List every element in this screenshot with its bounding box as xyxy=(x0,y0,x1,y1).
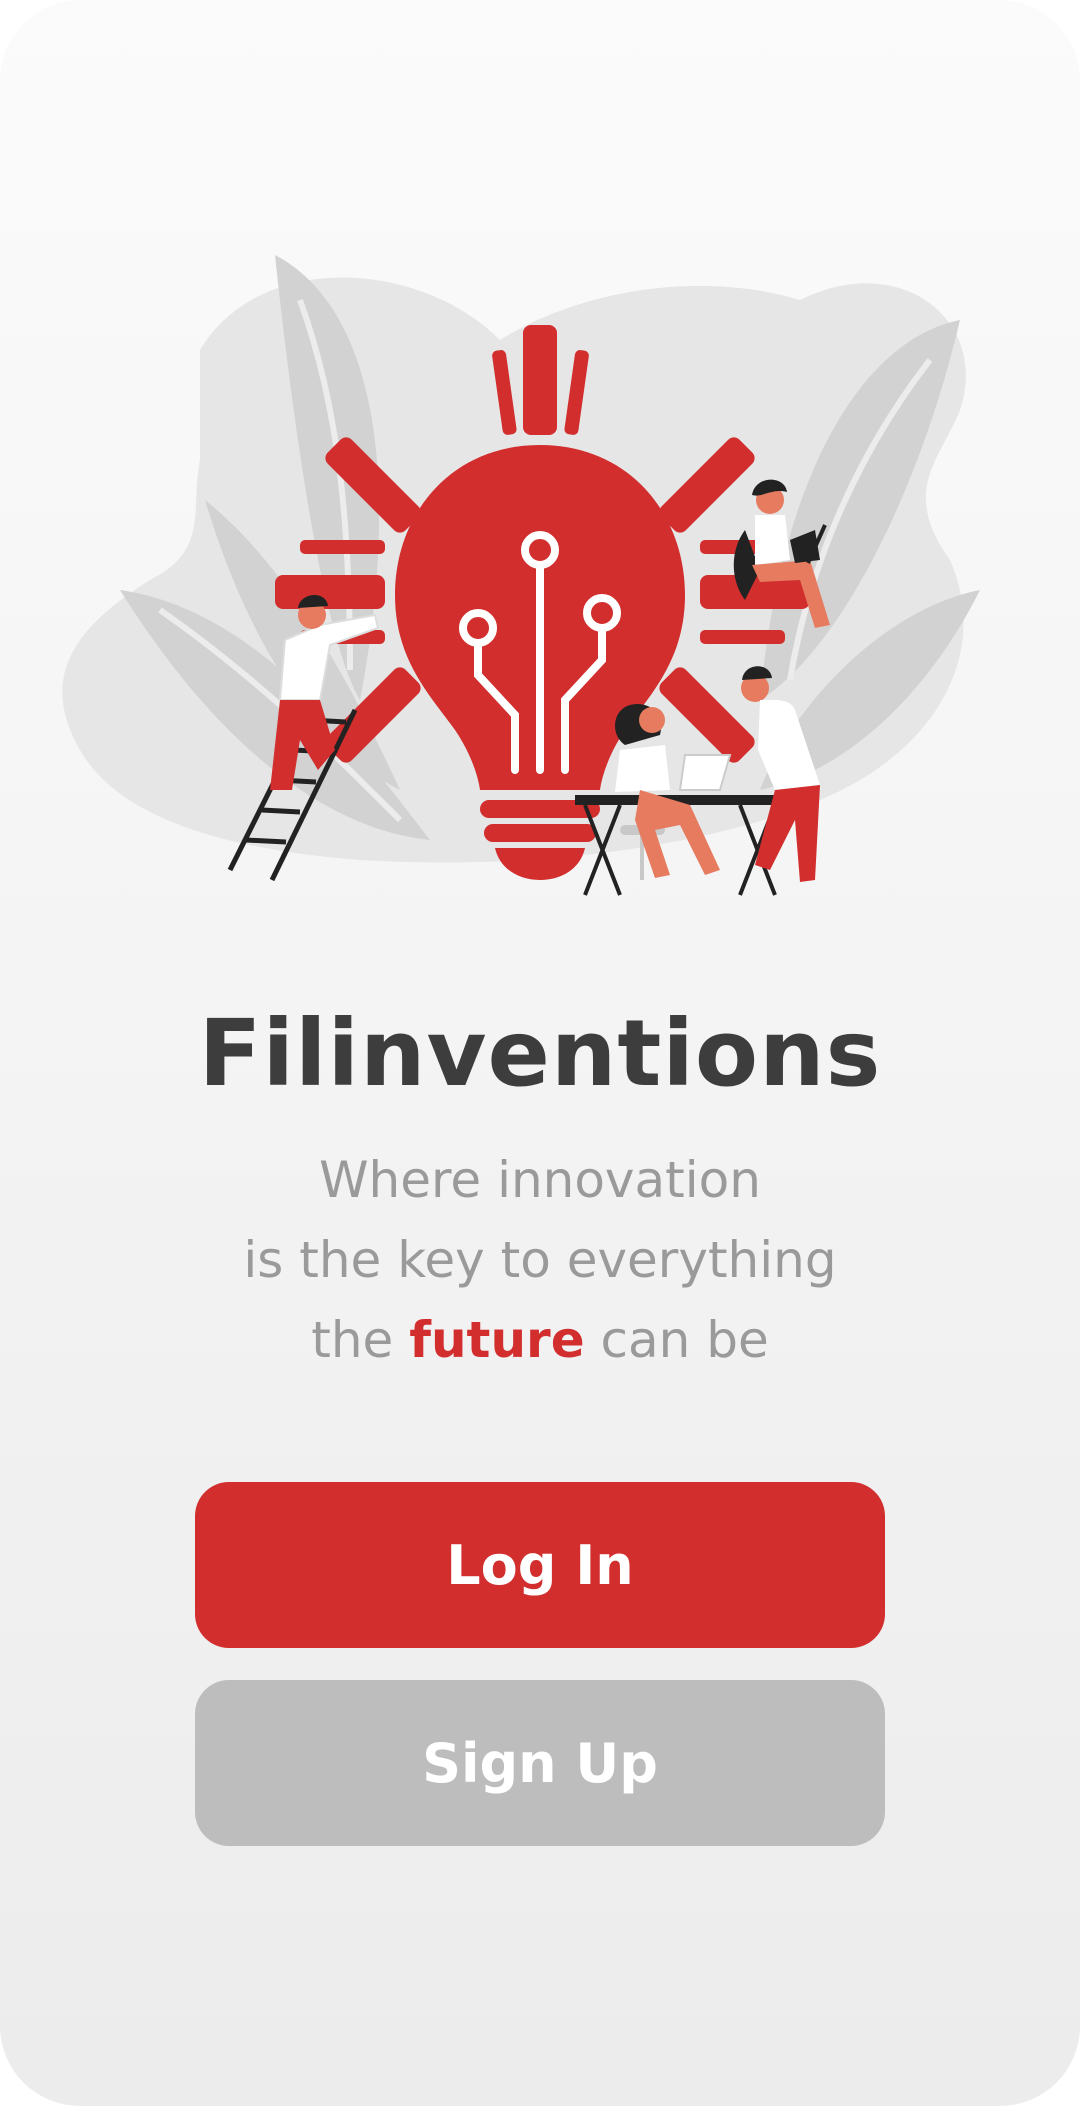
hero-illustration xyxy=(62,255,980,896)
tagline-line-3-prefix: the xyxy=(311,1311,394,1369)
tagline-line-3: the future can be xyxy=(0,1300,1080,1380)
app-title: Filinventions xyxy=(198,1000,882,1107)
signup-button[interactable]: Sign Up xyxy=(195,1680,885,1846)
tagline: Where innovation is the key to everythin… xyxy=(0,1140,1080,1380)
tagline-line-1: Where innovation xyxy=(319,1151,761,1209)
tagline-accent-word: future xyxy=(409,1311,585,1369)
welcome-screen: Filinventions Where innovation is the ke… xyxy=(0,0,1080,2106)
login-button[interactable]: Log In xyxy=(195,1482,885,1648)
tagline-line-3-suffix: can be xyxy=(600,1311,769,1369)
tagline-line-2: is the key to everything xyxy=(243,1231,837,1289)
